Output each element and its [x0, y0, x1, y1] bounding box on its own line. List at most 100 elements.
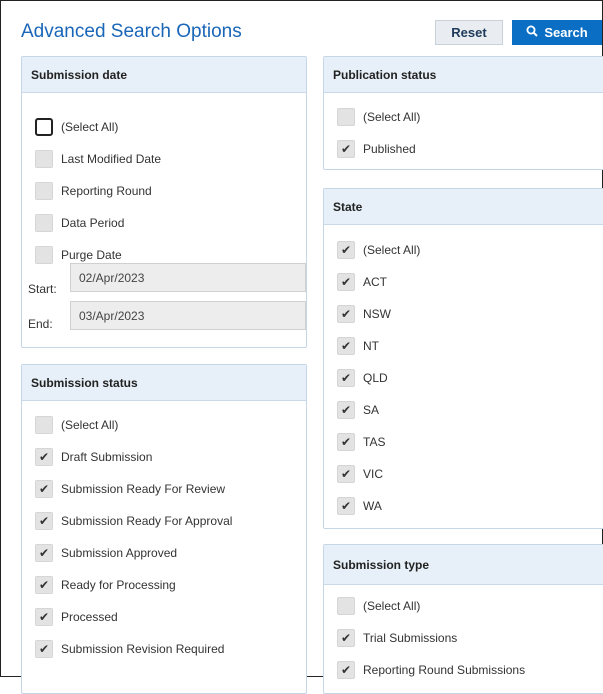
checkbox-checked[interactable]: ✔ [35, 448, 53, 466]
checkbox-row[interactable]: ✔ NT [337, 336, 379, 356]
checkbox-label: Processed [61, 610, 118, 624]
checkbox-row[interactable]: ✔ Submission Revision Required [35, 639, 224, 659]
publication-status-header: Publication status [324, 57, 603, 93]
checkbox-row[interactable]: ✔ Ready for Processing [35, 575, 176, 595]
checkbox-checked[interactable]: ✔ [337, 273, 355, 291]
checkbox-checked[interactable]: ✔ [337, 433, 355, 451]
checkbox-label: (Select All) [363, 599, 421, 613]
start-date-input[interactable]: 02/Apr/2023 [70, 263, 306, 292]
checkbox-row[interactable]: ✔ Submission Ready For Review [35, 479, 225, 499]
checkbox-row[interactable]: ✔ Submission Approved [35, 543, 177, 563]
submission-status-header: Submission status [22, 365, 306, 401]
checkbox-checked[interactable]: ✔ [35, 640, 53, 658]
page-title: Advanced Search Options [21, 21, 242, 42]
checkbox-label: WA [363, 499, 382, 513]
checkbox-label: NT [363, 339, 379, 353]
checkbox-checked[interactable]: ✔ [337, 337, 355, 355]
checkbox-label: Published [363, 142, 416, 156]
check-icon: ✔ [38, 482, 50, 496]
checkbox-checked[interactable]: ✔ [35, 544, 53, 562]
end-label: End: [28, 317, 53, 331]
checkbox-row[interactable]: ✔ SA [337, 400, 379, 420]
checkbox-row[interactable]: ✔ VIC [337, 464, 383, 484]
checkbox-row[interactable]: ✔ TAS [337, 432, 385, 452]
checkbox-label: Submission Revision Required [61, 642, 225, 656]
reset-label: Reset [451, 25, 487, 40]
checkbox-label: Data Period [61, 216, 125, 230]
checkbox-row[interactable]: (Select All) [35, 415, 118, 435]
checkbox-label: Reporting Round [61, 184, 152, 198]
checkbox-label: QLD [363, 371, 388, 385]
checkbox-unchecked[interactable] [35, 246, 53, 264]
checkbox-row[interactable]: ✔ Submission Ready For Approval [35, 511, 232, 531]
checkbox-row[interactable]: ✔ NSW [337, 304, 391, 324]
check-icon: ✔ [340, 243, 352, 257]
checkbox-row[interactable]: ✔ WA [337, 496, 382, 516]
check-icon: ✔ [340, 499, 352, 513]
check-icon: ✔ [340, 467, 352, 481]
checkbox-checked[interactable]: ✔ [337, 241, 355, 259]
checkbox-row[interactable]: (Select All) [337, 596, 420, 616]
check-icon: ✔ [38, 514, 50, 528]
checkbox-row[interactable]: (Select All) [35, 117, 118, 137]
checkbox-checked[interactable]: ✔ [35, 480, 53, 498]
checkbox-row[interactable]: Purge Date [35, 245, 122, 265]
checkbox-label: Ready for Processing [61, 578, 176, 592]
state-header: State [324, 189, 603, 225]
checkbox-checked[interactable]: ✔ [337, 401, 355, 419]
checkbox-label: NSW [363, 307, 391, 321]
checkbox-row[interactable]: ✔ Trial Submissions [337, 628, 457, 648]
state-panel: State ✔ (Select All) ✔ ACT ✔ NSW ✔ NT ✔ QLD ✔ SA ✔ TA… [323, 188, 603, 529]
checkbox-row[interactable]: ✔ QLD [337, 368, 388, 388]
checkbox-unchecked[interactable] [35, 150, 53, 168]
check-icon: ✔ [340, 307, 352, 321]
check-icon: ✔ [340, 435, 352, 449]
checkbox-checked[interactable]: ✔ [337, 369, 355, 387]
checkbox-label: Submission Ready For Approval [61, 514, 233, 528]
check-icon: ✔ [38, 642, 50, 656]
checkbox-checked[interactable]: ✔ [337, 305, 355, 323]
checkbox-row[interactable]: ✔ ACT [337, 272, 387, 292]
checkbox-checked[interactable]: ✔ [337, 629, 355, 647]
checkbox-row[interactable]: ✔ (Select All) [337, 240, 420, 260]
checkbox-unchecked[interactable] [35, 182, 53, 200]
submission-type-panel: Submission type (Select All) ✔ Trial Submi… [323, 544, 603, 694]
checkbox-label: VIC [363, 467, 384, 481]
checkbox-label: TAS [363, 435, 386, 449]
checkbox-label: Submission Approved [61, 546, 178, 560]
checkbox-checked[interactable]: ✔ [337, 140, 355, 158]
checkbox-checked[interactable]: ✔ [337, 661, 355, 679]
check-icon: ✔ [340, 142, 352, 156]
checkbox-unchecked[interactable] [35, 214, 53, 232]
checkbox-unchecked[interactable] [337, 597, 355, 615]
start-label: Start: [28, 282, 57, 296]
checkbox-row[interactable]: ✔ Draft Submission [35, 447, 152, 467]
check-icon: ✔ [38, 610, 50, 624]
checkbox-checked[interactable]: ✔ [337, 497, 355, 515]
checkbox-row[interactable]: Last Modified Date [35, 149, 161, 169]
search-label: Search [544, 25, 588, 40]
checkbox-row[interactable]: ✔ Processed [35, 607, 118, 627]
checkbox-checked[interactable]: ✔ [35, 512, 53, 530]
checkbox-unchecked[interactable] [337, 108, 355, 126]
checkbox-checked[interactable]: ✔ [35, 608, 53, 626]
submission-status-panel: Submission status (Select All) ✔ Draft Sub… [21, 364, 307, 694]
checkbox-row[interactable]: Reporting Round [35, 181, 152, 201]
end-date-input[interactable]: 03/Apr/2023 [70, 301, 306, 330]
checkbox-row[interactable]: Data Period [35, 213, 124, 233]
reset-button[interactable]: Reset [435, 20, 503, 45]
checkbox-row[interactable]: ✔ Reporting Round Submissions [337, 660, 525, 680]
checkbox-label: (Select All) [61, 418, 119, 432]
search-icon [526, 25, 539, 40]
search-button[interactable]: Search [512, 20, 602, 45]
checkbox-unchecked[interactable] [35, 118, 53, 136]
checkbox-unchecked[interactable] [35, 416, 53, 434]
checkbox-row[interactable]: ✔ Published [337, 139, 416, 159]
submission-date-header: Submission date [22, 57, 306, 93]
checkbox-checked[interactable]: ✔ [337, 465, 355, 483]
checkbox-row[interactable]: (Select All) [337, 107, 420, 127]
checkbox-label: Purge Date [61, 248, 122, 262]
publication-status-panel: Publication status (Select All) ✔ Publishe… [323, 56, 603, 170]
check-icon: ✔ [38, 546, 50, 560]
checkbox-checked[interactable]: ✔ [35, 576, 53, 594]
